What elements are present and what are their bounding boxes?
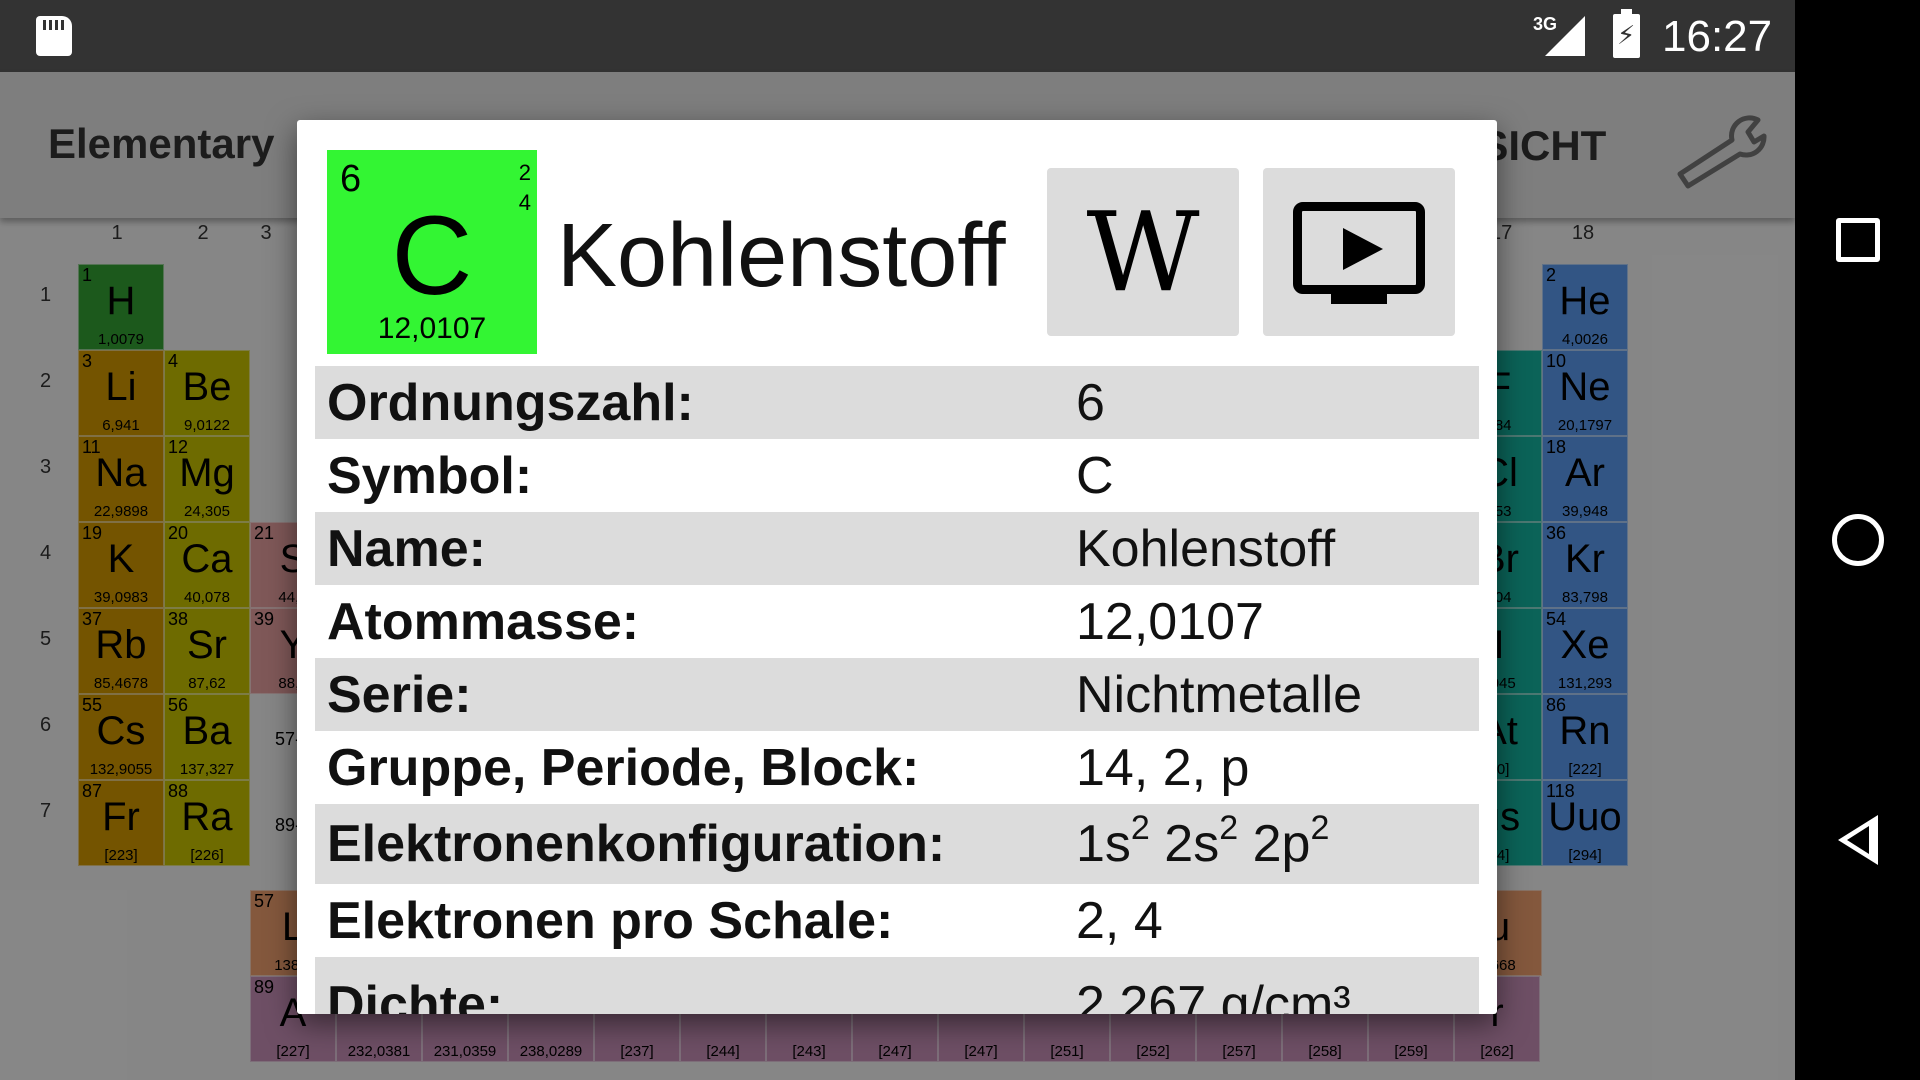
- property-label: Name:: [327, 519, 486, 578]
- property-row: Atommasse: 12,0107: [315, 585, 1479, 658]
- tile-atomic-mass: 12,0107: [377, 312, 487, 345]
- property-value: 12,0107: [1076, 592, 1264, 651]
- property-value: 6: [1076, 373, 1105, 432]
- square-icon: [1835, 218, 1880, 262]
- property-row: Elektronen pro Schale: 2, 4: [315, 884, 1479, 957]
- property-value: 14, 2, p: [1076, 738, 1250, 797]
- element-detail-dialog: 6 24 C 12,0107 Kohlenstoff W Ordnungszah…: [297, 120, 1497, 1014]
- property-label: Atommasse:: [327, 592, 640, 651]
- property-label: Dichte:: [327, 976, 504, 1014]
- property-label: Ordnungszahl:: [327, 373, 694, 432]
- wikipedia-icon: W: [1086, 188, 1200, 316]
- property-row: Ordnungszahl: 6: [315, 366, 1479, 439]
- clock: 16:27: [1662, 12, 1773, 61]
- navigation-bar: [1795, 0, 1920, 1080]
- status-bar: 3G ⚡ 16:27: [0, 0, 1795, 72]
- network-type: 3G: [1533, 14, 1558, 34]
- wikipedia-button[interactable]: W: [1047, 168, 1239, 336]
- property-row: Symbol: C: [315, 439, 1479, 512]
- back-triangle-icon: [1837, 815, 1878, 865]
- app-screen: 3G ⚡ 16:27 Elementary NSICHT 1 2 3 17 18…: [0, 0, 1795, 1080]
- back-button[interactable]: [1795, 795, 1920, 885]
- sd-card-icon: [36, 16, 72, 56]
- property-label: Elektronen pro Schale:: [327, 891, 894, 950]
- circle-icon: [1831, 514, 1884, 566]
- property-label: Elektronenkonfiguration:: [327, 815, 946, 873]
- element-name: Kohlenstoff: [557, 206, 1006, 306]
- property-label: Symbol:: [327, 446, 533, 505]
- property-value: Kohlenstoff: [1076, 519, 1336, 578]
- property-row: Dichte: 2,267 g/cm³: [315, 957, 1479, 1014]
- tile-symbol: C: [391, 193, 473, 318]
- property-value: 2,267 g/cm³: [1076, 976, 1351, 1014]
- video-button[interactable]: [1263, 168, 1455, 336]
- property-row: Name: Kohlenstoff: [315, 512, 1479, 585]
- property-row: Elektronenkonfiguration: 1s2 2s2 2p2: [315, 804, 1479, 884]
- property-label: Serie:: [327, 665, 472, 724]
- property-value: 2, 4: [1076, 891, 1163, 950]
- tile-atomic-number: 6: [340, 158, 362, 200]
- property-value: C: [1076, 446, 1114, 505]
- battery-charging-icon: ⚡: [1613, 9, 1640, 58]
- video-play-icon: [1293, 202, 1425, 304]
- property-list[interactable]: Ordnungszahl: 6 Symbol: C Name: Kohlenstoff…: [315, 366, 1479, 1014]
- electron-configuration: 1s2 2s2 2p2: [1076, 809, 1330, 873]
- element-tile: 6 24 C 12,0107: [327, 150, 537, 354]
- property-label: Gruppe, Periode, Block:: [327, 738, 920, 797]
- property-row: Gruppe, Periode, Block: 14, 2, p: [315, 731, 1479, 804]
- home-button[interactable]: [1795, 495, 1920, 585]
- recents-button[interactable]: [1795, 195, 1920, 285]
- property-row: Serie: Nichtmetalle: [315, 658, 1479, 731]
- property-value: Nichtmetalle: [1076, 665, 1363, 724]
